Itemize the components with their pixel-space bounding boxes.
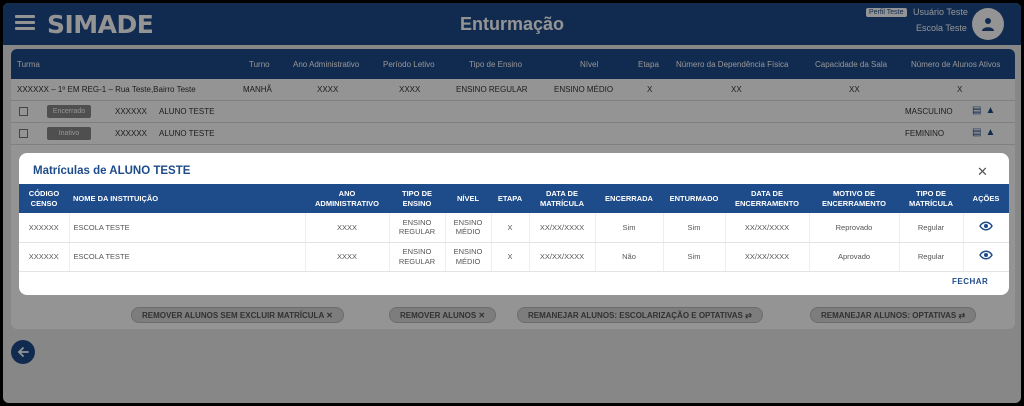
cell-acoes xyxy=(963,242,1009,272)
cell-motivo-encerramento: Aprovado xyxy=(809,242,900,272)
cell-enturmado: Sim xyxy=(663,242,726,272)
cell-encerrada: Não xyxy=(595,242,664,272)
cell-motivo-encerramento: Reprovado xyxy=(809,213,900,243)
col-nome-instituicao: Nome da Instituição xyxy=(69,184,305,213)
cell-nome-instituicao: ESCOLA TESTE xyxy=(69,242,306,272)
cell-data-matricula: XX/XX/XXXX xyxy=(529,213,596,243)
app-window: SIMADE Enturmação Perfil Teste Usuário T… xyxy=(3,3,1021,403)
table-row: XXXXXX ESCOLA TESTE XXXX ENSINO REGULAR … xyxy=(19,213,1009,243)
eye-icon[interactable] xyxy=(979,250,994,260)
cell-nome-instituicao: ESCOLA TESTE xyxy=(69,213,306,243)
cell-nivel: ENSINO MÉDIO xyxy=(445,242,492,272)
cell-data-matricula: XX/XX/XXXX xyxy=(529,242,596,272)
cell-etapa: X xyxy=(491,242,530,272)
col-tipo-matricula: Tipo de Matrícula xyxy=(899,184,963,213)
cell-ano-administrativo: XXXX xyxy=(305,213,390,243)
col-data-encerramento: Data de Encerramento xyxy=(725,184,809,213)
cell-tipo-matricula: Regular xyxy=(899,242,964,272)
table-header-row: Código Censo Nome da Instituição Ano Adm… xyxy=(19,184,1009,213)
cell-nivel: ENSINO MÉDIO xyxy=(445,213,492,243)
cell-data-encerramento: XX/XX/XXXX xyxy=(725,213,810,243)
modal-title: Matrículas de ALUNO TESTE xyxy=(33,165,191,177)
col-data-matricula: Data de Matrícula xyxy=(529,184,595,213)
close-button[interactable]: FECHAR xyxy=(952,277,988,286)
cell-data-encerramento: XX/XX/XXXX xyxy=(725,242,810,272)
cell-tipo-ensino: ENSINO REGULAR xyxy=(389,242,446,272)
cell-ano-administrativo: XXXX xyxy=(305,242,390,272)
col-motivo-encerramento: Motivo de Encerramento xyxy=(809,184,899,213)
cell-enturmado: Sim xyxy=(663,213,726,243)
enrollments-modal: Matrículas de ALUNO TESTE ✕ Código Censo… xyxy=(19,153,1009,295)
table-row: XXXXXX ESCOLA TESTE XXXX ENSINO REGULAR … xyxy=(19,242,1009,272)
eye-icon[interactable] xyxy=(979,221,994,231)
col-etapa: Etapa xyxy=(491,184,529,213)
close-icon[interactable]: ✕ xyxy=(977,164,988,180)
cell-codigo-censo: XXXXXX xyxy=(19,213,70,243)
col-acoes: Ações xyxy=(963,184,1009,213)
col-nivel: Nível xyxy=(445,184,491,213)
enrollments-table: Código Censo Nome da Instituição Ano Adm… xyxy=(19,184,1009,272)
col-encerrada: Encerrada xyxy=(595,184,663,213)
cell-tipo-ensino: ENSINO REGULAR xyxy=(389,213,446,243)
cell-etapa: X xyxy=(491,213,530,243)
col-codigo-censo: Código Censo xyxy=(19,184,69,213)
col-enturmado: Enturmado xyxy=(663,184,725,213)
col-ano-administrativo: Ano Administrativo xyxy=(305,184,389,213)
cell-acoes xyxy=(963,213,1009,243)
cell-encerrada: Sim xyxy=(595,213,664,243)
cell-tipo-matricula: Regular xyxy=(899,213,964,243)
cell-codigo-censo: XXXXXX xyxy=(19,242,70,272)
col-tipo-ensino: Tipo de Ensino xyxy=(389,184,445,213)
